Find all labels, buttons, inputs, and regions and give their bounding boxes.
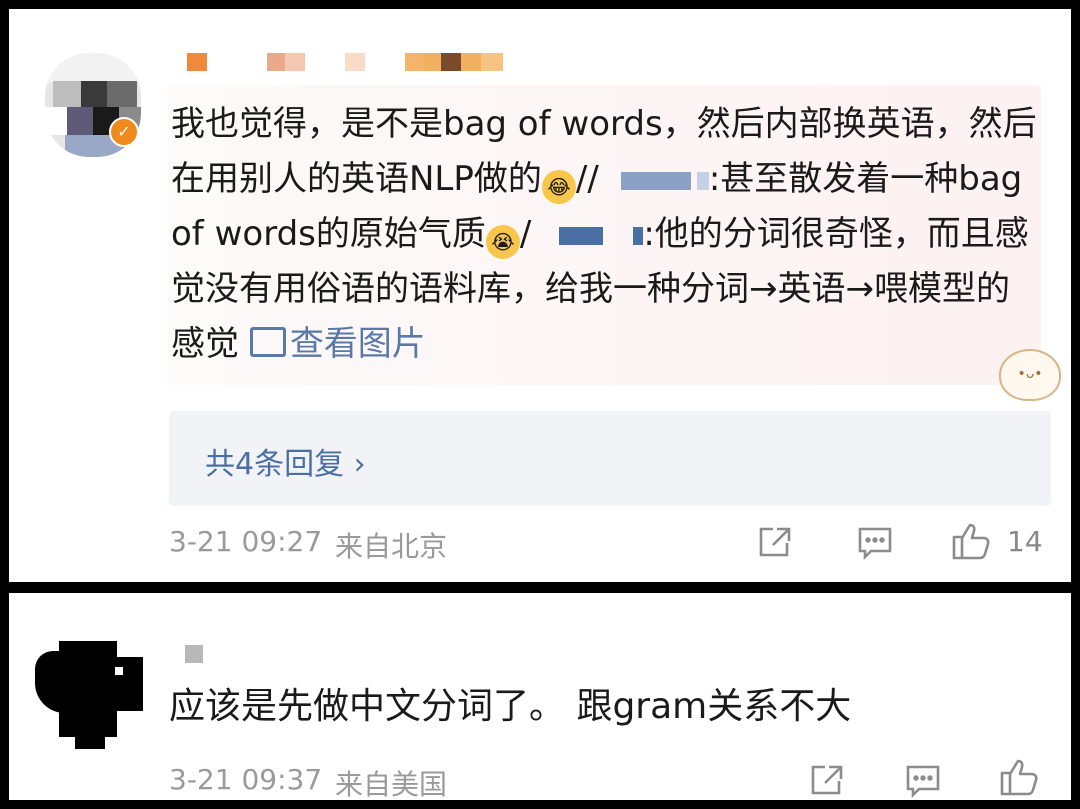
like-count: 14 — [1007, 525, 1043, 558]
comment-card-1: ✓ 我也觉得，是不是bag of words，然后内部换英语，然后在用别人的英语… — [9, 9, 1071, 582]
comment-location: 来自北京 — [335, 530, 448, 563]
comment-location: 来自美国 — [335, 768, 448, 800]
avatar[interactable] — [35, 641, 147, 749]
comment-card-2: 应该是先做中文分词了。 跟gram关系不大 3-21 09:37 来自美国 — [9, 593, 1071, 800]
comment-icon[interactable] — [905, 763, 941, 799]
thumbs-up-icon[interactable] — [951, 521, 993, 561]
share-icon[interactable] — [757, 525, 793, 559]
image-icon — [249, 327, 286, 357]
share-icon[interactable] — [809, 763, 845, 797]
verified-badge-icon: ✓ — [109, 117, 139, 147]
username-redacted[interactable] — [187, 53, 503, 71]
redacted-mention[interactable] — [620, 171, 691, 190]
laughing-emoji-icon: 😂 — [541, 170, 576, 204]
redacted-mention[interactable] — [559, 226, 604, 245]
comment-text: 我也觉得，是不是bag of words，然后内部换英语，然后在用别人的英语NL… — [171, 104, 1037, 364]
comment-time: 3-21 09:37 — [169, 763, 323, 796]
crying-emoji-icon: 😭 — [485, 225, 520, 259]
thumbs-up-icon[interactable] — [999, 757, 1041, 797]
replies-box[interactable]: 共4条回复 › — [169, 411, 1051, 506]
view-image-link[interactable]: 查看图片 — [249, 324, 426, 364]
sticker-icon: •ᴗ• — [999, 349, 1061, 401]
comment-text: 应该是先做中文分词了。 跟gram关系不大 — [169, 686, 852, 727]
username-redacted[interactable] — [185, 645, 203, 663]
comment-icon[interactable] — [857, 525, 893, 561]
view-replies-link[interactable]: 共4条回复 › — [205, 439, 366, 483]
comment-time: 3-21 09:27 — [169, 525, 323, 558]
